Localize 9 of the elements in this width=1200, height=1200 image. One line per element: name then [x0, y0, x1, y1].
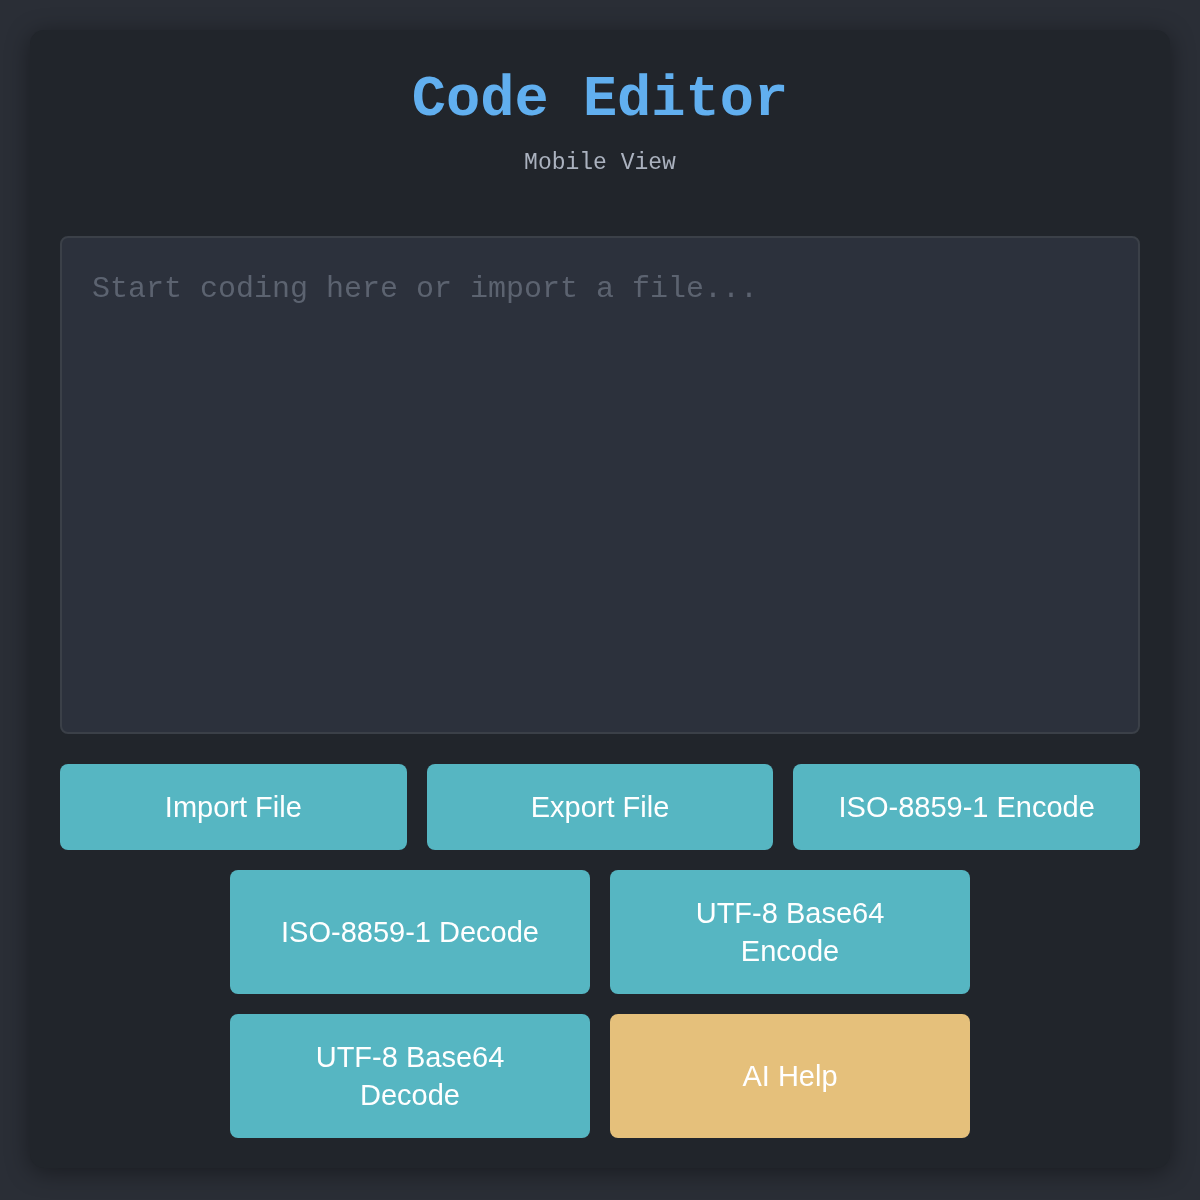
action-button[interactable]: ISO-8859-1 Decode	[230, 870, 590, 994]
help-button[interactable]: AI Help	[610, 1014, 970, 1138]
action-button[interactable]: UTF-8 Base64 Decode	[230, 1014, 590, 1138]
app-subtitle: Mobile View	[523, 149, 677, 178]
action-button[interactable]: Import File	[60, 764, 407, 850]
action-button[interactable]: ISO-8859-1 Encode	[793, 764, 1140, 850]
app-title: Code Editor	[410, 67, 790, 134]
action-button[interactable]: Export File	[426, 764, 774, 850]
action-button[interactable]: UTF-8 Base64 Encode	[610, 870, 970, 994]
